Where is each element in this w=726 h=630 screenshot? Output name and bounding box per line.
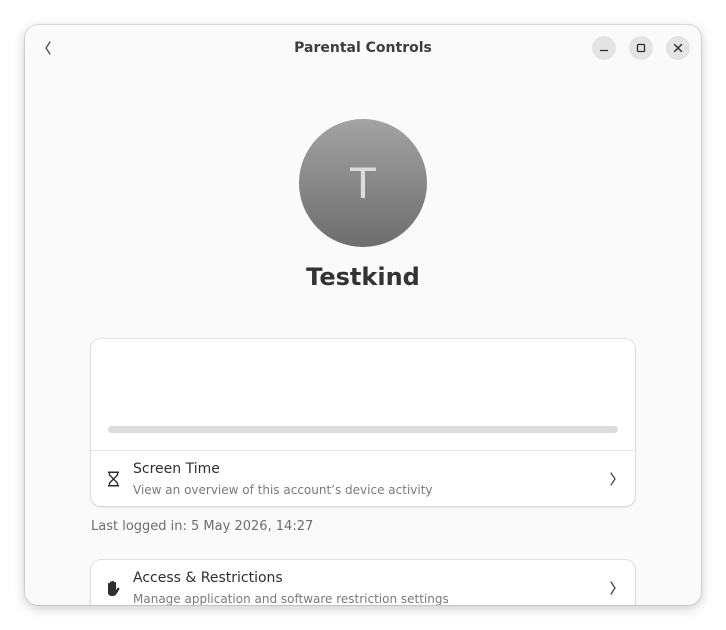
usage-chart-area [91,339,635,450]
close-button[interactable] [666,36,690,60]
screen-time-card: Screen Time View an overview of this acc… [91,339,635,506]
screen-time-row[interactable]: Screen Time View an overview of this acc… [91,451,635,506]
screen-time-subtitle: View an overview of this account’s devic… [133,483,433,497]
hourglass-icon [107,471,119,487]
access-restrictions-title: Access & Restrictions [133,570,283,586]
chevron-right-icon [610,581,616,595]
chevron-left-icon [45,41,51,55]
user-avatar: T [299,119,427,247]
last-logged-in-label: Last logged in: 5 May 2026, 14:27 [91,519,314,534]
user-name: Testkind [306,263,420,291]
minimize-button[interactable] [592,36,616,60]
chevron-right-icon [610,472,616,486]
close-icon [673,43,683,53]
usage-bar [108,426,618,433]
access-restrictions-subtitle: Manage application and software restrict… [133,592,449,605]
maximize-button[interactable] [629,36,653,60]
minimize-icon [600,49,608,52]
header-bar: Parental Controls [25,25,701,71]
screen-time-title: Screen Time [133,461,220,477]
back-button[interactable] [37,37,59,59]
hand-icon [108,580,120,596]
maximize-icon [636,43,646,53]
access-restrictions-row[interactable]: Access & Restrictions Manage application… [91,560,635,605]
avatar-initial: T [350,158,376,208]
access-restrictions-card: Access & Restrictions Manage application… [91,560,635,605]
parental-controls-window: Parental Controls T Testkind Screen Time… [25,25,701,605]
